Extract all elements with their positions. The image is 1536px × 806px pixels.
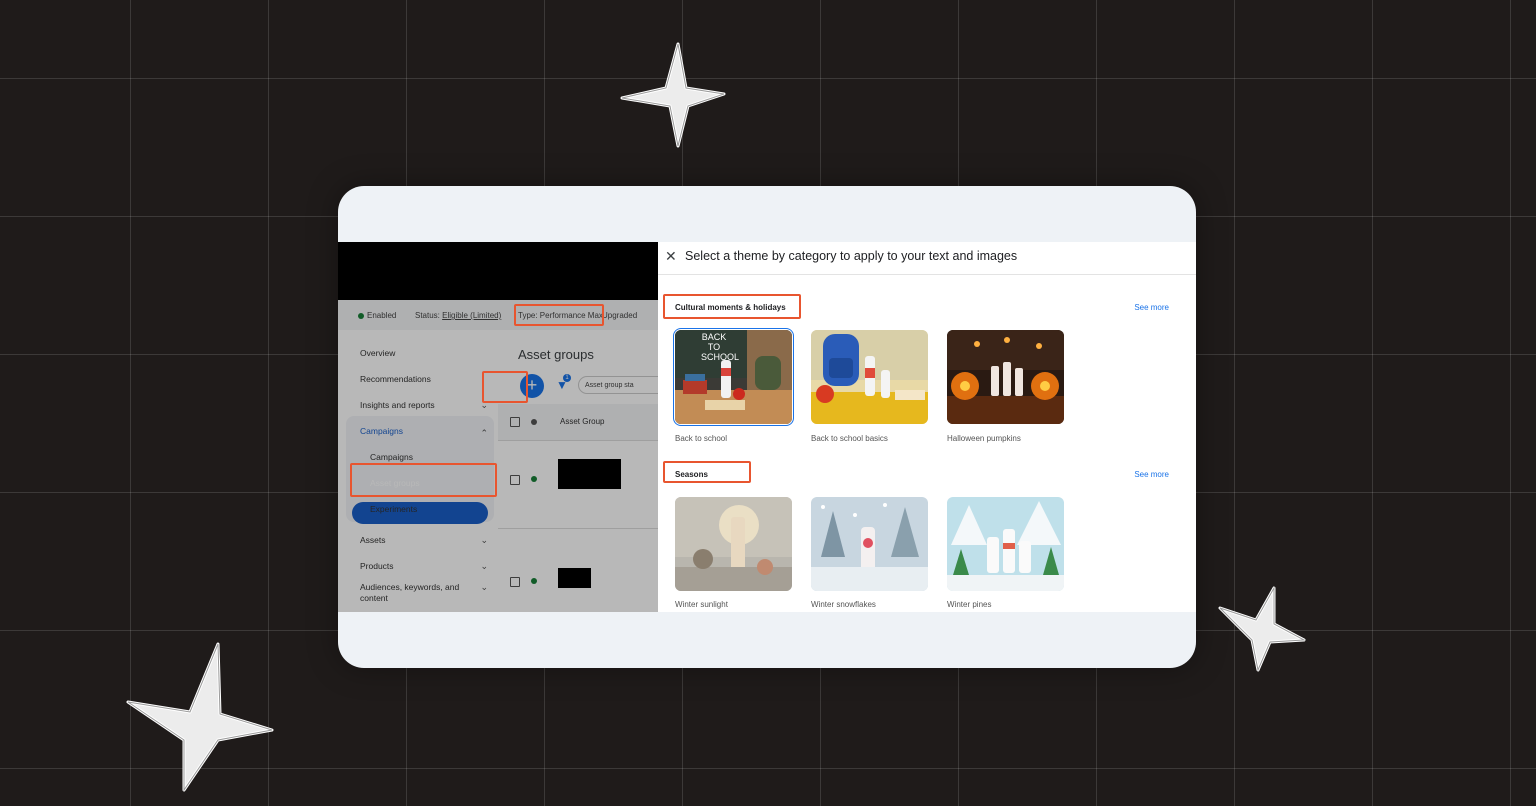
- highlight-seasons-section: [663, 461, 751, 483]
- back-to-school-image: [675, 330, 792, 424]
- theme-panel: ✕ Select a theme by category to apply to…: [658, 242, 1196, 612]
- theme-thumb-winter-pines[interactable]: [947, 497, 1064, 591]
- highlight-asset-groups: [350, 463, 497, 497]
- theme-label: Back to school basics: [811, 434, 888, 443]
- theme-thumb-back-to-school-basics[interactable]: [811, 330, 928, 424]
- winter-pines-image: [947, 497, 1064, 591]
- theme-label: Winter pines: [947, 600, 992, 609]
- back-to-school-basics-image: [811, 330, 928, 424]
- theme-thumb-back-to-school[interactable]: BACK TO SCHOOL: [675, 330, 792, 424]
- highlight-cultural-section: [663, 294, 801, 319]
- theme-thumb-winter-sunlight[interactable]: [675, 497, 792, 591]
- sparkle-icon-bottom: [126, 642, 274, 792]
- screenshot-area: Enabled Status: Eligible (Limited) Type:…: [338, 242, 1196, 612]
- highlight-add-button: [482, 371, 528, 403]
- theme-thumb-halloween-pumpkins[interactable]: [947, 330, 1064, 424]
- theme-label: Halloween pumpkins: [947, 434, 1021, 443]
- see-more-seasons[interactable]: See more: [1134, 470, 1169, 479]
- panel-title: Select a theme by category to apply to y…: [685, 249, 1018, 263]
- see-more-cultural[interactable]: See more: [1134, 303, 1169, 312]
- highlight-campaign-type: [514, 304, 604, 326]
- theme-thumb-winter-snowflakes[interactable]: [811, 497, 928, 591]
- panel-header: ✕ Select a theme by category to apply to…: [658, 242, 1196, 275]
- theme-label: Winter sunlight: [675, 600, 728, 609]
- theme-label: Winter snowflakes: [811, 600, 876, 609]
- close-icon[interactable]: ✕: [665, 248, 677, 265]
- screenshot-card: Enabled Status: Eligible (Limited) Type:…: [338, 186, 1196, 668]
- back-to-school-board-text: BACK TO SCHOOL: [701, 332, 740, 362]
- sparkle-icon-top: [620, 42, 726, 148]
- ads-campaign-ui: Enabled Status: Eligible (Limited) Type:…: [338, 242, 658, 612]
- theme-label: Back to school: [675, 434, 728, 443]
- sparkle-icon-right: [1218, 586, 1306, 672]
- dim-overlay: [338, 242, 658, 612]
- halloween-pumpkins-image: [947, 330, 1064, 424]
- winter-snowflakes-image: [811, 497, 928, 591]
- winter-sunlight-image: [675, 497, 792, 591]
